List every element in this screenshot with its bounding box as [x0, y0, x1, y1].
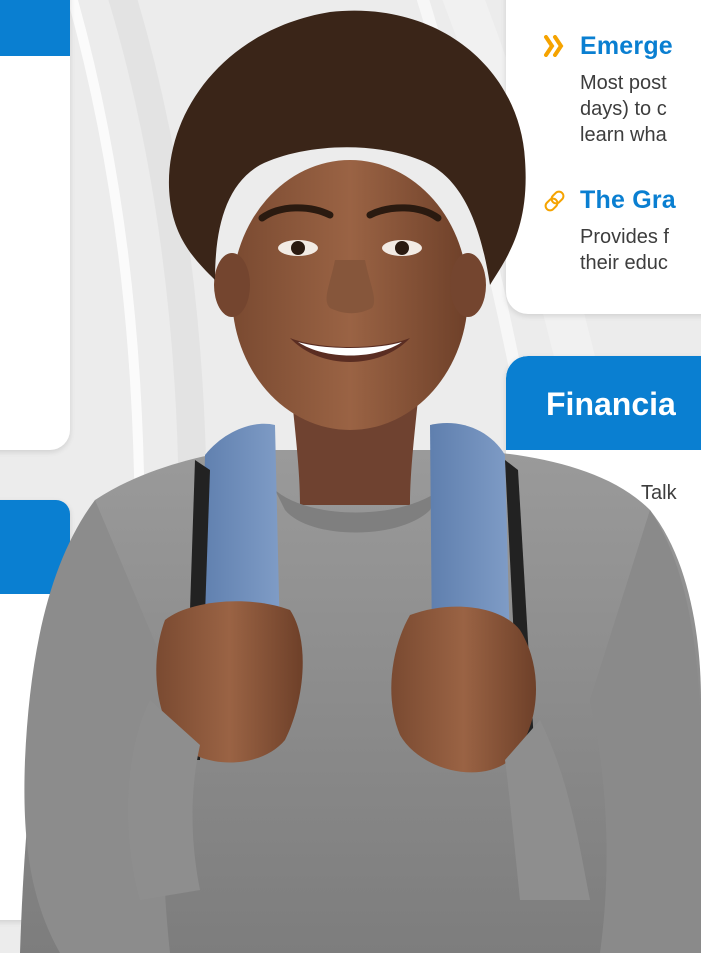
student-photo [20, 10, 701, 953]
